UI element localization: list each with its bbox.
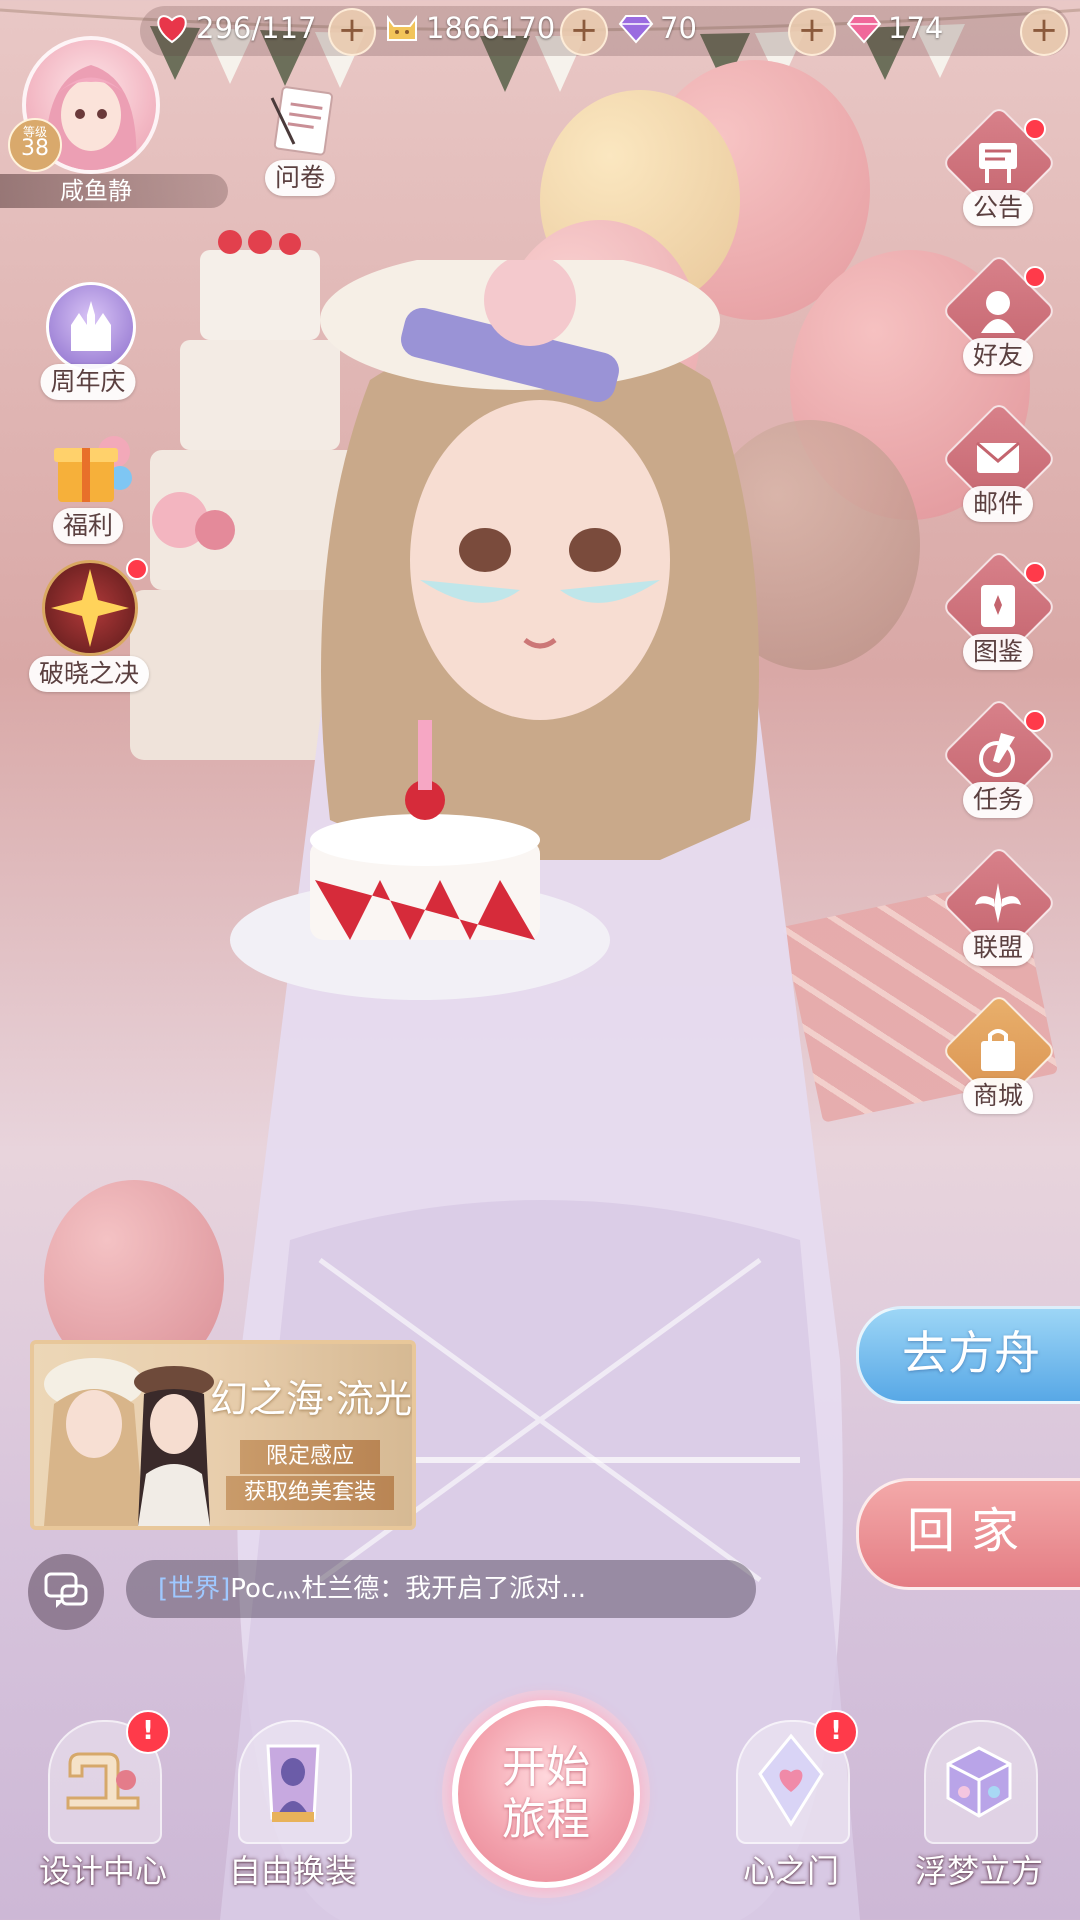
alert-badge: !: [126, 1710, 170, 1754]
notification-dot: [1024, 710, 1046, 732]
coins-value: 1866170: [426, 11, 556, 45]
add-coins-button[interactable]: +: [560, 8, 608, 56]
start-line1: 开始: [502, 1742, 590, 1793]
heart-icon: [154, 10, 190, 46]
alliance-button[interactable]: 联盟: [938, 845, 1058, 968]
purple-diamond-value: 70: [660, 11, 697, 45]
shop-button[interactable]: 商城: [938, 993, 1058, 1116]
add-pink-diamond-button[interactable]: +: [1020, 8, 1068, 56]
event-tag: 限定感应: [240, 1440, 380, 1474]
nav-dream-cube-label: 浮梦立方: [914, 1852, 1044, 1890]
notice-label: 公告: [962, 190, 1034, 226]
dream-cube-icon: [946, 1746, 1012, 1818]
level-badge: 等级 38: [8, 118, 62, 172]
notification-dot: [1024, 266, 1046, 288]
alliance-label: 联盟: [962, 930, 1034, 966]
dawn-battle-label: 破晓之决: [28, 656, 150, 692]
game-scene: [0, 0, 1080, 1920]
alert-badge: !: [814, 1710, 858, 1754]
welfare-button[interactable]: 福利: [24, 424, 152, 548]
start-line2: 旅程: [502, 1794, 590, 1845]
gallery-button[interactable]: 图鉴: [938, 549, 1058, 672]
gift-box-icon: [44, 426, 134, 510]
nav-free-dressup[interactable]: 自由换装: [229, 1720, 357, 1890]
notification-dot: [126, 558, 148, 580]
start-journey-button[interactable]: 开始 旅程: [452, 1700, 640, 1888]
clipboard-icon: [270, 86, 333, 156]
survey-button[interactable]: 问卷: [250, 84, 350, 204]
resource-coins: 1866170: [384, 6, 555, 50]
survey-label: 问卷: [264, 160, 336, 196]
notification-dot: [1024, 118, 1046, 140]
resource-purple-diamond: 70: [618, 6, 697, 50]
anniversary-label: 周年庆: [40, 364, 136, 400]
nav-heart-door[interactable]: ! 心之门: [736, 1710, 858, 1890]
go-home-button[interactable]: 回家: [856, 1478, 1080, 1590]
compass-star-icon: [42, 560, 138, 656]
friends-button[interactable]: 好友: [938, 253, 1058, 376]
resource-stamina: 296/117: [154, 6, 316, 50]
level-number: 38: [21, 136, 49, 161]
welfare-label: 福利: [52, 508, 124, 544]
tasks-button[interactable]: 任务: [938, 697, 1058, 820]
event-banner[interactable]: 幻之海·流光 限定感应 获取绝美套装: [30, 1340, 416, 1530]
add-stamina-button[interactable]: +: [328, 8, 376, 56]
character-with-cake: [220, 260, 860, 1920]
chat-ticker[interactable]: [世界]Poc灬杜兰德：我开启了派对...: [126, 1560, 756, 1618]
nav-dream-cube[interactable]: 浮梦立方: [915, 1720, 1043, 1890]
event-characters-art: [44, 1358, 214, 1526]
stamina-value: 296/117: [196, 11, 317, 45]
chat-message: Poc灬杜兰德：我开启了派对...: [230, 1574, 587, 1604]
chat-bubble-icon: [44, 1572, 88, 1608]
nav-design-center[interactable]: ! 设计中心: [39, 1710, 170, 1890]
notice-button[interactable]: 公告: [938, 105, 1058, 228]
cat-coin-icon: [384, 10, 420, 46]
friends-label: 好友: [962, 338, 1034, 374]
nav-design-center-label: 设计中心: [38, 1852, 168, 1890]
dawn-battle-button[interactable]: 破晓之决: [14, 558, 164, 696]
castle-icon: [46, 282, 136, 372]
pink-diamond-value: 174: [888, 11, 944, 45]
gallery-label: 图鉴: [962, 634, 1034, 670]
anniversary-button[interactable]: 周年庆: [24, 282, 152, 406]
notification-dot: [1024, 562, 1046, 584]
resource-pink-diamond: 174: [846, 6, 943, 50]
mail-label: 邮件: [962, 486, 1034, 522]
chat-button[interactable]: [28, 1554, 104, 1630]
go-ark-button[interactable]: 去方舟: [856, 1306, 1080, 1404]
event-title: 幻之海·流光: [210, 1377, 413, 1421]
nav-heart-door-label: 心之门: [742, 1852, 840, 1890]
mail-button[interactable]: 邮件: [938, 401, 1058, 524]
player-nickname[interactable]: 咸鱼静: [0, 174, 228, 208]
purple-diamond-icon: [618, 10, 654, 46]
dress-mirror-icon: [266, 1744, 320, 1822]
nav-free-dressup-label: 自由换装: [228, 1852, 358, 1890]
add-purple-diamond-button[interactable]: +: [788, 8, 836, 56]
shop-label: 商城: [962, 1078, 1034, 1114]
tasks-label: 任务: [962, 782, 1034, 818]
chat-channel: [世界]: [158, 1574, 231, 1604]
pink-diamond-icon: [846, 10, 882, 46]
event-subtitle: 获取绝美套装: [226, 1476, 394, 1510]
